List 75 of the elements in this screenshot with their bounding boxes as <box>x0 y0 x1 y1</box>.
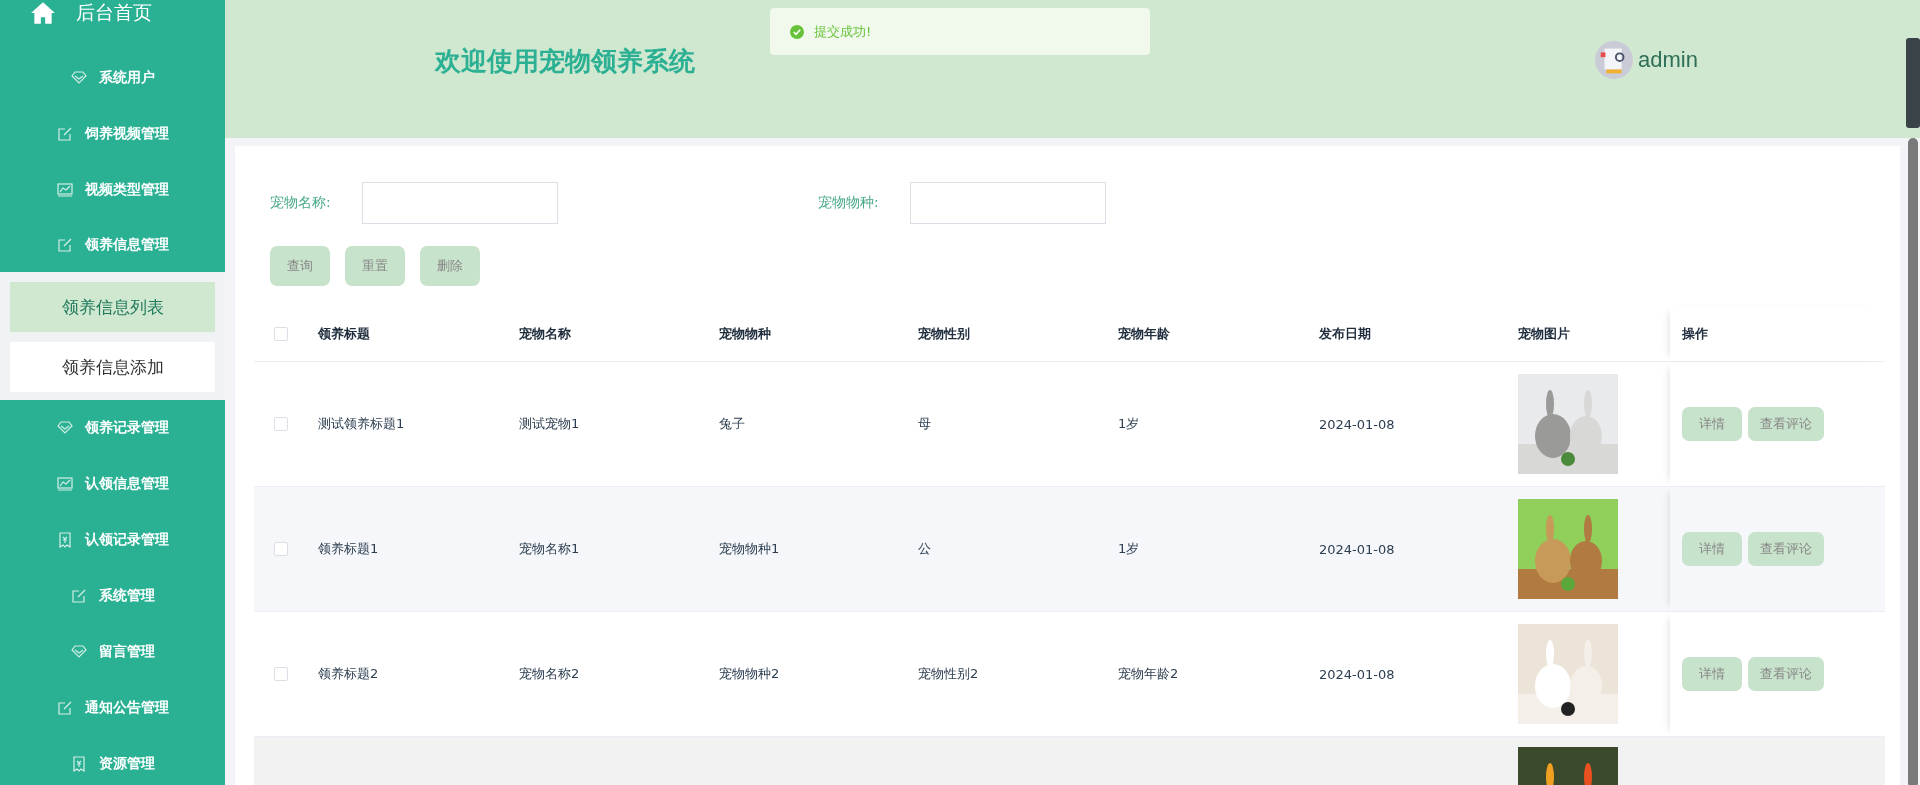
menu-item[interactable]: 系统用户 <box>0 50 225 106</box>
table-cell: 宠物名称1 <box>519 540 580 558</box>
action-button[interactable]: 删除 <box>420 246 480 286</box>
menu-item[interactable]: 通知公告管理 <box>0 680 225 736</box>
chart-icon <box>56 182 73 198</box>
checkbox[interactable] <box>274 542 288 556</box>
menu-item[interactable]: 认领记录管理 <box>0 512 225 568</box>
action-button[interactable]: 详情 <box>1682 532 1742 566</box>
table-cell: 2024-01-08 <box>1319 541 1395 557</box>
toast-message: 提交成功! <box>814 22 872 41</box>
checkbox[interactable] <box>274 417 288 431</box>
edit-icon <box>70 588 87 604</box>
input-field[interactable] <box>362 182 558 224</box>
menu-item[interactable]: 饲养视频管理 <box>0 106 225 162</box>
diamond-icon <box>56 420 73 436</box>
chart-icon <box>56 476 73 492</box>
menu-item[interactable]: 系统管理 <box>0 568 225 624</box>
checkbox[interactable] <box>274 667 288 681</box>
table-cell: 宠物物种1 <box>719 540 780 558</box>
table-cell: 兔子 <box>719 415 745 433</box>
table-cell: 测试宠物1 <box>519 415 580 433</box>
submenu-item[interactable]: 领养信息添加 <box>10 342 215 392</box>
table-cell: 2024-01-08 <box>1319 416 1395 432</box>
home-icon <box>30 0 56 26</box>
receipt-icon <box>56 532 73 548</box>
column-header: 宠物性别 <box>918 324 970 343</box>
table-cell: 1岁 <box>1118 415 1140 433</box>
column-header: 操作 <box>1682 324 1708 343</box>
field-label: 宠物名称: <box>270 194 332 212</box>
column-header: 宠物年龄 <box>1118 324 1170 343</box>
submenu-item[interactable]: 领养信息列表 <box>10 282 215 332</box>
action-button[interactable]: 查看评论 <box>1748 532 1824 566</box>
column-header: 发布日期 <box>1319 324 1371 343</box>
table-cell: 宠物性别2 <box>918 665 979 683</box>
diamond-icon <box>70 644 87 660</box>
action-button[interactable]: 详情 <box>1682 657 1742 691</box>
table-cell: 领养标题2 <box>318 665 379 683</box>
menu-item[interactable]: 领养信息管理 <box>0 218 225 272</box>
scrollbar[interactable] <box>1908 138 1918 785</box>
column-header: 宠物图片 <box>1518 324 1570 343</box>
column-header: 领养标题 <box>318 324 370 343</box>
action-button[interactable]: 重置 <box>345 246 405 286</box>
column-header: 宠物名称 <box>519 324 571 343</box>
action-button[interactable]: 详情 <box>1682 407 1742 441</box>
edit-icon <box>56 126 73 142</box>
table-cell: 1岁 <box>1118 540 1140 558</box>
menu-item[interactable]: 留言管理 <box>0 624 225 680</box>
diamond-icon <box>70 70 87 86</box>
menu-item[interactable]: 视频类型管理 <box>0 162 225 218</box>
table-cell: 领养标题1 <box>318 540 379 558</box>
page-title: 欢迎使用宠物领养系统 <box>435 45 695 78</box>
avatar-icon[interactable] <box>1595 41 1633 79</box>
action-button[interactable]: 查看评论 <box>1748 657 1824 691</box>
table-cell: 宠物名称2 <box>519 665 580 683</box>
table-cell: 宠物年龄2 <box>1118 665 1179 683</box>
field-label: 宠物物种: <box>818 194 880 212</box>
action-button[interactable]: 查询 <box>270 246 330 286</box>
checkbox[interactable] <box>274 326 288 341</box>
user-name[interactable]: admin <box>1638 47 1698 73</box>
input-field[interactable] <box>910 182 1106 224</box>
edit-icon <box>56 237 73 253</box>
table-cell: 2024-01-08 <box>1319 666 1395 682</box>
table-cell: 测试领养标题1 <box>318 415 405 433</box>
menu-item[interactable]: 资源管理 <box>0 736 225 785</box>
table-cell: 母 <box>918 415 931 433</box>
menu-item[interactable]: 认领信息管理 <box>0 456 225 512</box>
check-circle-icon <box>790 24 804 39</box>
edit-icon <box>56 700 73 716</box>
home-link[interactable]: 后台首页 <box>0 0 225 50</box>
receipt-icon <box>70 756 87 772</box>
table-cell: 宠物物种2 <box>719 665 780 683</box>
column-header: 宠物物种 <box>719 324 771 343</box>
menu-item[interactable]: 领养记录管理 <box>0 400 225 456</box>
action-button[interactable]: 查看评论 <box>1748 407 1824 441</box>
table-cell: 公 <box>918 540 931 558</box>
